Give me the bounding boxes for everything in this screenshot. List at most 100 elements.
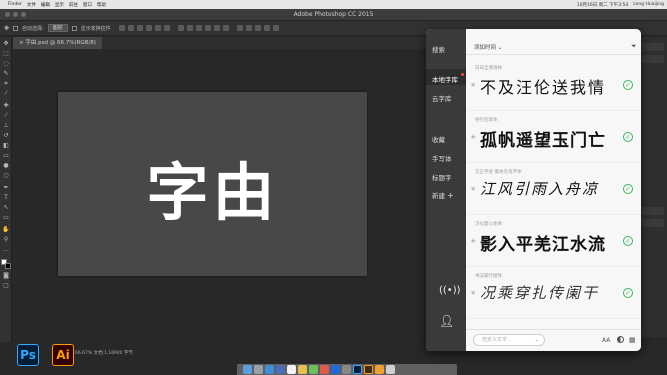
menu-file[interactable]: 文件	[27, 2, 36, 8]
quick-select-tool-icon[interactable]: ✎	[2, 71, 10, 77]
canvas-text-layer[interactable]: 字由	[58, 142, 367, 232]
messages-dock-icon[interactable]	[309, 365, 318, 374]
distribute-3-icon[interactable]	[195, 25, 202, 31]
align-top-icon[interactable]	[118, 25, 125, 31]
installed-check-icon[interactable]: ✓	[623, 132, 633, 142]
custom-text-input[interactable]: 自定义文字... ⌄	[473, 334, 545, 346]
pen-tool-icon[interactable]: ✒	[2, 185, 10, 191]
font-app-dock-icon[interactable]	[375, 365, 384, 374]
stamp-tool-icon[interactable]: ⊥	[2, 123, 10, 129]
star-icon[interactable]: ★	[470, 81, 476, 89]
installed-check-icon[interactable]: ✓	[623, 236, 633, 246]
star-icon[interactable]: ★	[470, 237, 476, 245]
auto-select-checkbox[interactable]	[13, 25, 19, 31]
font-row[interactable]: 方正字迹-童体毛笔字体 ★ 江风引雨入舟凉 ✓	[466, 163, 641, 215]
distribute-2-icon[interactable]	[186, 25, 193, 31]
launchpad-dock-icon[interactable]	[254, 365, 263, 374]
menu-help[interactable]: 帮助	[97, 2, 106, 8]
finder-dock-icon[interactable]	[243, 365, 252, 374]
dodge-tool-icon[interactable]: ○	[2, 173, 10, 179]
background-color-swatch[interactable]	[5, 263, 11, 269]
menu-edit[interactable]: 编辑	[41, 2, 50, 8]
gradient-tool-icon[interactable]: ▭	[2, 153, 10, 159]
installed-check-icon[interactable]: ✓	[623, 80, 633, 90]
grid-view-icon[interactable]: ▦	[629, 336, 636, 344]
theme-toggle-icon[interactable]	[617, 336, 624, 343]
menu-finder[interactable]: Finder	[8, 2, 22, 7]
sidebar-item-local[interactable]: 本地字库	[432, 74, 458, 84]
distribute-4-icon[interactable]	[204, 25, 211, 31]
menu-go[interactable]: 前往	[69, 2, 78, 8]
quick-mask-icon[interactable]: ◙	[2, 273, 10, 279]
auto-select-dropdown[interactable]: 图层	[47, 24, 68, 32]
document-tab[interactable]: × 字由.psd @ 66.7%(RGB/8)	[13, 37, 102, 49]
sidebar-item-title-font[interactable]: 标题字	[432, 172, 452, 182]
user-avatar-icon[interactable]: 👤︎	[439, 314, 454, 328]
workspace[interactable]: 字由	[13, 49, 426, 349]
lasso-tool-icon[interactable]: ◌	[2, 61, 10, 67]
chevron-down-icon[interactable]: ⌄	[535, 335, 539, 345]
align-middle-icon[interactable]	[127, 25, 134, 31]
distribute-5-icon[interactable]	[213, 25, 220, 31]
sidebar-item-cloud[interactable]: 云字库	[432, 93, 452, 103]
sidebar-item-handwriting[interactable]: 手写体	[432, 153, 452, 163]
type-tool-icon[interactable]: T	[2, 195, 10, 201]
move-tool-icon[interactable]: ✥	[2, 41, 10, 47]
settings-dock-icon[interactable]	[342, 365, 351, 374]
screen-mode-icon[interactable]: ▢	[2, 283, 10, 289]
sort-dropdown[interactable]: 添加时间 ⌄	[474, 43, 502, 51]
sidebar-item-new[interactable]: 新建 +	[432, 190, 454, 200]
menu-view[interactable]: 显示	[55, 2, 64, 8]
hand-tool-icon[interactable]: ✋	[2, 227, 10, 233]
eraser-tool-icon[interactable]: ◧	[2, 143, 10, 149]
eyedropper-tool-icon[interactable]: ⁄	[2, 91, 10, 97]
music-dock-icon[interactable]	[320, 365, 329, 374]
sidebar-item-search[interactable]: 搜索	[432, 44, 445, 54]
align-bottom-icon[interactable]	[136, 25, 143, 31]
ai-dock-icon[interactable]	[364, 365, 373, 374]
font-row[interactable]: 日日全清诗林 ★ 不及汪伦送我情 ✓	[466, 59, 641, 111]
distribute-6-icon[interactable]	[222, 25, 229, 31]
path-select-tool-icon[interactable]: ↖	[2, 205, 10, 211]
broadcast-icon[interactable]: ((•))	[439, 285, 461, 296]
clock[interactable]: 10月16日 周二 下午3:54	[577, 2, 628, 8]
menu-window[interactable]: 窗口	[83, 2, 92, 8]
font-size-icon[interactable]: AA	[602, 337, 610, 344]
notes-dock-icon[interactable]	[298, 365, 307, 374]
brush-tool-icon[interactable]: ⁄	[2, 113, 10, 119]
move-tool-icon[interactable]: ✥	[4, 25, 9, 32]
panel-strip-1[interactable]	[642, 43, 664, 51]
appstore-dock-icon[interactable]	[331, 365, 340, 374]
marquee-tool-icon[interactable]: ⬚	[2, 51, 10, 57]
crop-tool-icon[interactable]: ⌗	[2, 81, 10, 87]
font-row[interactable]: 书法家行楷体 ★ 况乘穿扎传阑干 ✓	[466, 267, 641, 319]
align-left-icon[interactable]	[145, 25, 152, 31]
zoom-tool-icon[interactable]: ⚲	[2, 237, 10, 243]
mail-dock-icon[interactable]	[276, 365, 285, 374]
star-icon[interactable]: ★	[470, 289, 476, 297]
3d-drag-icon[interactable]	[254, 25, 261, 31]
blur-tool-icon[interactable]: ●	[2, 163, 10, 169]
font-row[interactable]: 经行狂草体 ★ 孤帆遥望玉门亡 ✓	[466, 111, 641, 163]
healing-tool-icon[interactable]: ✚	[2, 103, 10, 109]
panel-strip-2[interactable]	[642, 55, 664, 63]
sidebar-item-favorites[interactable]: 收藏	[432, 134, 445, 144]
user-name[interactable]: Leng Huaijing	[633, 2, 664, 8]
panel-strip-3[interactable]	[642, 207, 664, 215]
star-icon[interactable]: ★	[470, 133, 476, 141]
font-row[interactable]: 汉仪菱心体简 ★ 影入平羌江水流 ✓	[466, 215, 641, 267]
panel-strip-4[interactable]	[642, 219, 664, 227]
align-center-icon[interactable]	[154, 25, 161, 31]
ps-dock-icon[interactable]	[353, 365, 362, 374]
safari-dock-icon[interactable]	[265, 365, 274, 374]
transform-controls-checkbox[interactable]	[71, 25, 77, 31]
shape-tool-icon[interactable]: ▭	[2, 215, 10, 221]
installed-check-icon[interactable]: ✓	[623, 184, 633, 194]
3d-scale-icon[interactable]	[272, 25, 279, 31]
calendar-dock-icon[interactable]	[287, 365, 296, 374]
distribute-1-icon[interactable]	[177, 25, 184, 31]
history-brush-tool-icon[interactable]: ↺	[2, 133, 10, 139]
photoshop-app-icon[interactable]: Ps	[17, 344, 39, 366]
document-canvas[interactable]: 字由	[58, 92, 367, 276]
installed-check-icon[interactable]: ✓	[623, 288, 633, 298]
